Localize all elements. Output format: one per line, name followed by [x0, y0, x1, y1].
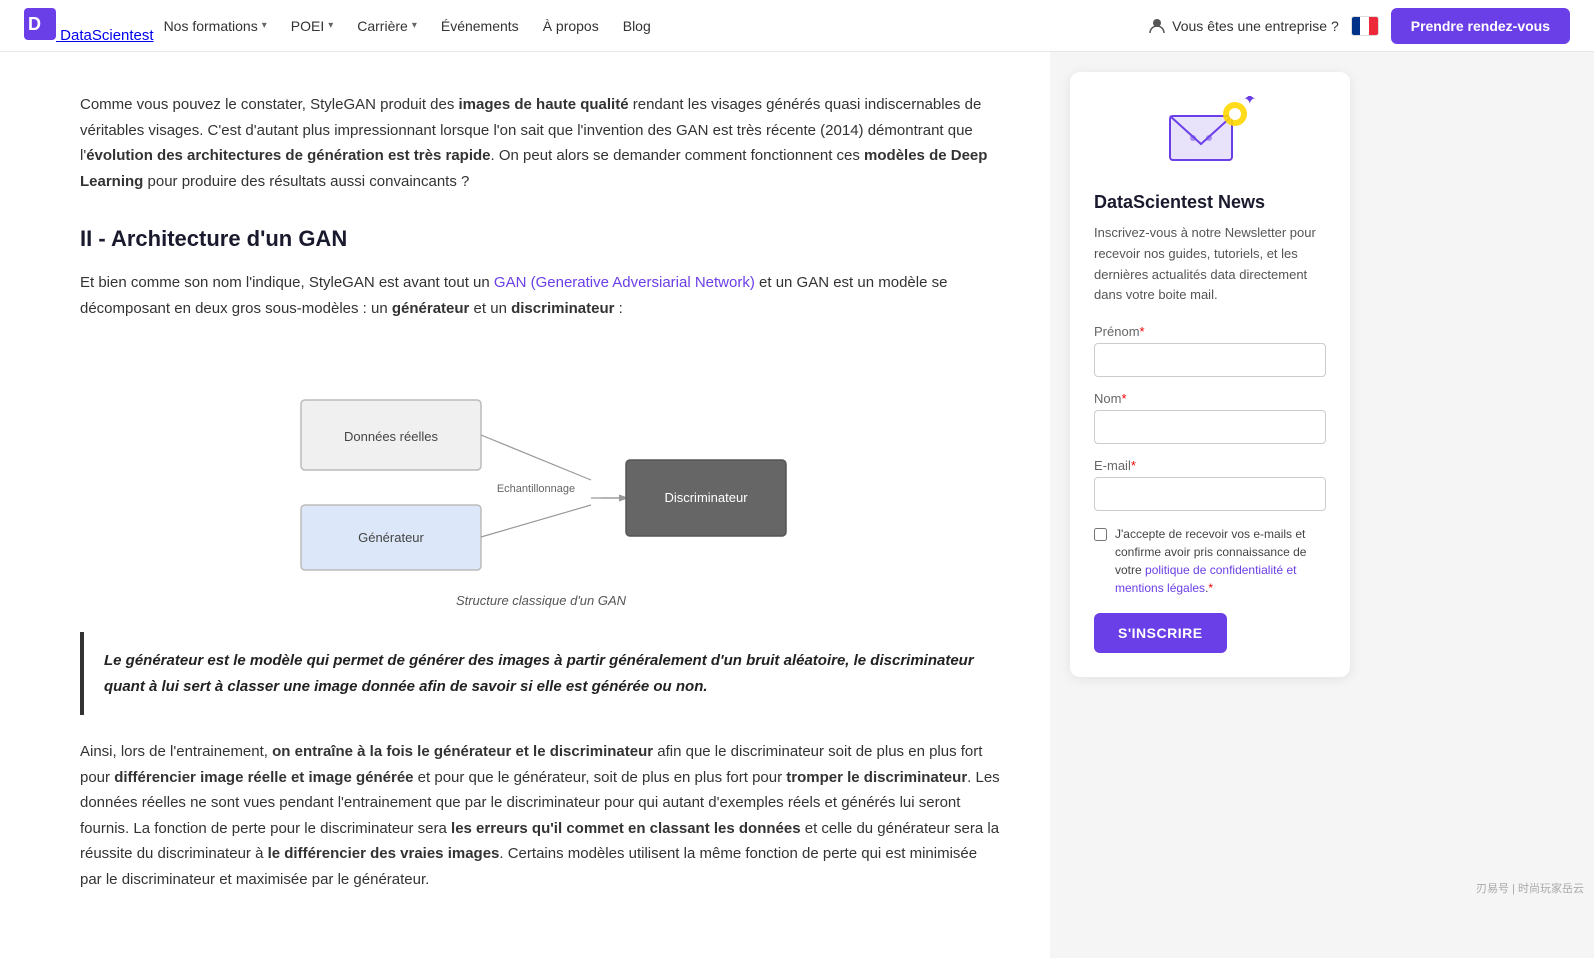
- nav-item-carriere[interactable]: Carrière ▾: [347, 12, 427, 40]
- newsletter-icon: ✦: [1165, 96, 1255, 176]
- nav-item-evenements[interactable]: Événements: [431, 12, 529, 40]
- article-paragraph-1: Et bien comme son nom l'indique, StyleGA…: [80, 270, 1002, 321]
- submit-button[interactable]: S'INSCRIRE: [1094, 613, 1227, 653]
- prenom-group: Prénom*: [1094, 324, 1326, 377]
- prenom-label: Prénom*: [1094, 324, 1326, 339]
- logo-link[interactable]: D DataScientest: [24, 8, 154, 44]
- nav-item-formations[interactable]: Nos formations ▾: [154, 12, 277, 40]
- section-title: II - Architecture d'un GAN: [80, 226, 1002, 252]
- article-intro: Comme vous pouvez le constater, StyleGAN…: [80, 92, 1002, 194]
- page-wrapper: Comme vous pouvez le constater, StyleGAN…: [0, 52, 1594, 958]
- language-flag[interactable]: [1351, 16, 1379, 36]
- watermark: 刃易号 | 时尚玩家岳云: [1476, 880, 1584, 896]
- nav-item-blog[interactable]: Blog: [613, 12, 661, 40]
- enterprise-link[interactable]: Vous êtes une entreprise ?: [1148, 17, 1339, 35]
- navbar: D DataScientest Nos formations ▾ POEI ▾ …: [0, 0, 1594, 52]
- main-content: Comme vous pouvez le constater, StyleGAN…: [0, 52, 1050, 958]
- gan-diagram: Données réelles Générateur Echantillonna…: [281, 345, 801, 585]
- svg-text:Echantillonnage: Echantillonnage: [497, 483, 575, 495]
- nav-item-apropos[interactable]: À propos: [533, 12, 609, 40]
- chevron-down-icon: ▾: [328, 20, 333, 31]
- chevron-down-icon: ▾: [262, 20, 267, 31]
- diagram-caption: Structure classique d'un GAN: [456, 593, 626, 608]
- nom-group: Nom*: [1094, 391, 1326, 444]
- nav-items: Nos formations ▾ POEI ▾ Carrière ▾ Événe…: [154, 12, 1149, 40]
- consent-checkbox[interactable]: [1094, 528, 1107, 541]
- privacy-link[interactable]: politique de confidentialité et mentions…: [1115, 563, 1296, 595]
- newsletter-card: ✦ DataScientest News Inscrivez-vous à no…: [1070, 72, 1350, 677]
- newsletter-title: DataScientest News: [1094, 192, 1326, 213]
- svg-text:✦: ✦: [1243, 96, 1255, 108]
- email-input[interactable]: [1094, 477, 1326, 511]
- consent-label: J'accepte de recevoir vos e-mails et con…: [1115, 525, 1326, 597]
- sidebar: ✦ DataScientest News Inscrivez-vous à no…: [1050, 52, 1370, 958]
- diagram-container: Données réelles Générateur Echantillonna…: [80, 345, 1002, 608]
- nav-right: Vous êtes une entreprise ? Prendre rende…: [1148, 8, 1570, 44]
- nom-label: Nom*: [1094, 391, 1326, 406]
- nav-item-poei[interactable]: POEI ▾: [281, 12, 344, 40]
- chevron-down-icon: ▾: [412, 20, 417, 31]
- enterprise-icon: [1148, 17, 1166, 35]
- consent-row: J'accepte de recevoir vos e-mails et con…: [1094, 525, 1326, 597]
- svg-text:D: D: [28, 14, 41, 34]
- newsletter-desc: Inscrivez-vous à notre Newsletter pour r…: [1094, 223, 1326, 306]
- logo-icon: D: [24, 8, 56, 40]
- article-bottom: Ainsi, lors de l'entrainement, on entraî…: [80, 739, 1002, 892]
- logo-text: DataScientest: [60, 27, 153, 44]
- svg-text:Discriminateur: Discriminateur: [664, 490, 748, 505]
- svg-text:Générateur: Générateur: [358, 530, 424, 545]
- prenom-input[interactable]: [1094, 343, 1326, 377]
- highlight-block: Le générateur est le modèle qui permet d…: [80, 632, 1002, 715]
- nom-input[interactable]: [1094, 410, 1326, 444]
- gan-link[interactable]: GAN (Generative Adversiarial Network): [494, 274, 755, 291]
- cta-button[interactable]: Prendre rendez-vous: [1391, 8, 1570, 44]
- newsletter-icon-area: ✦: [1094, 96, 1326, 176]
- svg-text:Données réelles: Données réelles: [344, 429, 438, 444]
- email-group: E-mail*: [1094, 458, 1326, 511]
- email-label: E-mail*: [1094, 458, 1326, 473]
